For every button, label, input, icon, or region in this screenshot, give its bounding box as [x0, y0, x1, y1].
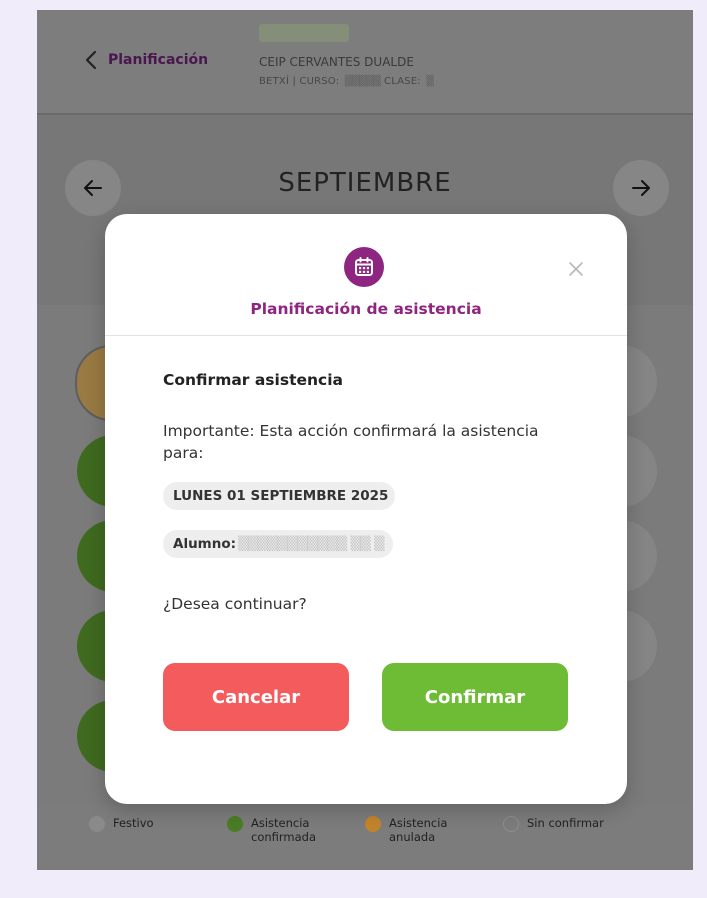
attendance-modal: Planificación de asistencia Confirmar as…	[105, 214, 627, 804]
section-title: Confirmar asistencia	[163, 371, 343, 389]
school-meta: BETXÍ | CURSO: ▒▒▒▒▒ CLASE: ▒	[259, 76, 434, 87]
calendar-glyph	[355, 257, 373, 276]
next-month-button[interactable]	[613, 160, 669, 216]
modal-question: ¿Desea continuar?	[163, 595, 307, 613]
student-label: Alumno:	[173, 536, 237, 552]
legend-item-sin-confirmar: Sin confirmar	[503, 816, 604, 832]
redacted-student-name: ▒▒▒▒▒▒▒▒▒▒▒ ▒▒ ▒	[238, 536, 384, 552]
month-title: SEPTIEMBRE	[278, 168, 452, 198]
modal-divider	[105, 335, 627, 336]
back-button[interactable]: Planificación	[84, 50, 208, 70]
date-chip: LUNES 01 SEPTIEMBRE 2025	[163, 482, 395, 510]
chevron-left-icon	[85, 50, 97, 70]
legend-label: Festivo	[113, 816, 154, 830]
cancel-button[interactable]: Cancelar	[163, 663, 349, 731]
confirm-button[interactable]: Confirmar	[382, 663, 568, 731]
school-name: CEIP CERVANTES DUALDE	[259, 55, 414, 69]
school-logo	[259, 24, 349, 42]
redacted-course: ▒▒▒▒▒	[344, 76, 381, 87]
modal-message: Importante: Esta acción confirmará la as…	[163, 422, 539, 462]
close-button[interactable]	[565, 258, 587, 280]
legend-item-confirmada: Asistencia confirmada	[227, 816, 317, 844]
legend-dot-empty	[503, 816, 519, 832]
legend-label: Sin confirmar	[527, 816, 604, 830]
legend-dot-orange	[365, 816, 381, 832]
app-header: Planificación CEIP CERVANTES DUALDE BETX…	[37, 10, 693, 115]
modal-title: Planificación de asistencia	[250, 300, 482, 318]
school-meta-course: BETXÍ | CURSO:	[259, 76, 340, 87]
legend-dot-gray	[89, 816, 105, 832]
legend: Festivo Asistencia confirmada Asistencia…	[37, 810, 693, 870]
arrow-right-icon	[632, 180, 650, 196]
legend-item-festivo: Festivo	[89, 816, 154, 832]
redacted-class: ▒	[426, 76, 434, 87]
close-icon	[569, 262, 583, 276]
calendar-icon	[344, 247, 384, 287]
student-chip: Alumno: ▒▒▒▒▒▒▒▒▒▒▒ ▒▒ ▒	[163, 530, 393, 558]
legend-item-anulada: Asistencia anulada	[365, 816, 455, 844]
back-label: Planificación	[108, 52, 209, 68]
legend-label: Asistencia confirmada	[251, 816, 317, 844]
legend-label: Asistencia anulada	[389, 816, 448, 844]
legend-dot-green	[227, 816, 243, 832]
school-meta-class: CLASE:	[384, 76, 421, 87]
